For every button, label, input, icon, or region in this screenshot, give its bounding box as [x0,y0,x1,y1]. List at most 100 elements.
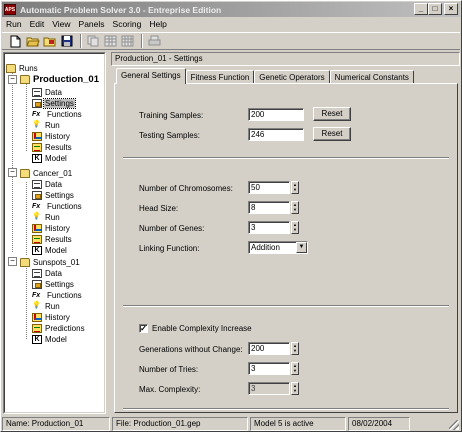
testing-samples-input[interactable]: 246 [248,128,304,141]
head-size-input[interactable]: 8 [248,201,290,214]
tree-item-history[interactable]: History [32,312,71,323]
tree-item-run[interactable]: Run [32,212,61,223]
section-divider [123,305,449,307]
tree-item-functions[interactable]: Fx Functions [32,290,83,301]
tree-item-model[interactable]: K Model [32,245,68,256]
status-model: Model 5 is active [250,417,346,431]
status-name: Name: Production_01 [2,417,110,431]
reset-training-button[interactable]: Reset [313,107,351,121]
chromosomes-spinner[interactable]: ▲ ▼ [291,181,299,194]
menu-panels[interactable]: Panels [75,19,109,29]
tree-run-cancer[interactable]: Cancer_01 [20,168,73,179]
tree-item-predictions[interactable]: Predictions [32,323,86,334]
training-samples-input[interactable]: 200 [248,108,304,121]
tree-run-sunspots[interactable]: Sunspots_01 [20,257,81,268]
max-complexity-spinner[interactable]: ▲ ▼ [291,382,299,395]
spin-down-icon[interactable]: ▼ [292,187,298,192]
tree-run-production[interactable]: Production_01 [20,74,100,85]
maximize-button[interactable]: □ [428,3,442,15]
tab-strip: General Settings Fitness Function Geneti… [116,68,414,84]
menu-view[interactable]: View [48,19,74,29]
genes-input[interactable]: 3 [248,221,290,234]
tree-item-functions[interactable]: Fx Functions [32,201,83,212]
tab-genetic-operators[interactable]: Genetic Operators [254,70,330,84]
tab-fitness-function[interactable]: Fitness Function [185,70,255,84]
tree-label: Model [45,245,67,255]
complexity-checkbox[interactable]: ✓ [139,324,148,333]
tree-item-run[interactable]: Run [32,120,61,131]
tree-connector [26,266,27,339]
tree-item-data[interactable]: Data [32,268,63,279]
settings-icon [32,190,42,200]
tab-general-settings[interactable]: General Settings [116,68,186,84]
run-tree[interactable]: Runs − Production_01 Data Settings Fx Fu… [3,52,106,414]
spin-down-icon[interactable]: ▼ [292,207,298,212]
linking-function-label: Linking Function: [139,244,200,253]
minimize-button[interactable]: _ [414,3,428,15]
tree-item-model[interactable]: K Model [32,334,68,345]
settings-icon [32,279,42,289]
spin-down-icon[interactable]: ▼ [292,388,298,393]
tree-item-history[interactable]: History [32,131,71,142]
spin-down-icon[interactable]: ▼ [292,348,298,353]
generations-input[interactable]: 200 [248,342,290,355]
settings-icon [32,98,42,108]
genes-spinner[interactable]: ▲ ▼ [291,221,299,234]
tries-input[interactable]: 3 [248,362,290,375]
status-bar: Name: Production_01 File: Production_01.… [2,417,460,431]
head-size-spinner[interactable]: ▲ ▼ [291,201,299,214]
close-button[interactable]: × [444,3,458,15]
spin-down-icon[interactable]: ▼ [292,368,298,373]
open-run-icon[interactable] [42,34,57,48]
tree-label: Runs [19,63,38,73]
collapse-toggle[interactable]: − [8,168,17,177]
tree-connector [26,78,27,151]
grid-icon[interactable] [103,34,118,48]
generations-spinner[interactable]: ▲ ▼ [291,342,299,355]
tree-item-settings[interactable]: Settings [32,190,75,201]
collapse-toggle[interactable]: − [8,75,17,84]
resize-grip-icon[interactable] [449,420,459,430]
tree-item-functions[interactable]: Fx Functions [32,109,83,120]
chromosomes-label: Number of Chromosomes: [139,184,233,193]
linking-function-select[interactable]: Addition ▼ [248,241,308,254]
menu-run[interactable]: Run [2,19,26,29]
tree-item-settings[interactable]: Settings [32,279,75,290]
genes-label: Number of Genes: [139,224,205,233]
spin-down-icon[interactable]: ▼ [292,227,298,232]
open-folder-icon[interactable] [25,34,40,48]
tree-root-runs[interactable]: Runs [6,63,39,74]
chevron-down-icon[interactable]: ▼ [296,242,307,253]
tree-item-run[interactable]: Run [32,301,61,312]
menu-scoring[interactable]: Scoring [109,19,146,29]
print-icon[interactable] [147,34,162,48]
run-icon [32,120,42,130]
menu-edit[interactable]: Edit [26,19,49,29]
tree-item-model[interactable]: K Model [32,153,68,164]
tree-item-settings[interactable]: Settings [32,97,76,109]
tree-item-data[interactable]: Data [32,179,63,190]
save-icon[interactable] [59,34,74,48]
collapse-toggle[interactable]: − [8,257,17,266]
tree-label: Data [45,268,62,278]
toolbar [2,32,460,50]
tree-item-results[interactable]: Results [32,234,73,245]
tree-item-results[interactable]: Results [32,142,73,153]
tree-label: History [45,312,70,322]
reset-testing-button[interactable]: Reset [313,127,351,141]
title-bar[interactable]: APS Automatic Problem Solver 3.0 - Entre… [2,2,460,17]
max-complexity-input[interactable]: 3 [248,382,290,395]
settings-pane: Production_01 - Settings General Setting… [111,52,460,414]
complexity-checkbox-label[interactable]: Enable Complexity Increase [152,324,252,333]
chromosomes-input[interactable]: 50 [248,181,290,194]
menu-help[interactable]: Help [145,19,170,29]
tries-spinner[interactable]: ▲ ▼ [291,362,299,375]
table-icon[interactable] [120,34,135,48]
tree-item-history[interactable]: History [32,223,71,234]
tree-item-data[interactable]: Data [32,87,63,98]
tree-label: History [45,223,70,233]
tab-numerical-constants[interactable]: Numerical Constants [329,70,414,84]
new-document-icon[interactable] [8,34,23,48]
copy-icon[interactable] [86,34,101,48]
tree-label: Functions [47,109,82,119]
